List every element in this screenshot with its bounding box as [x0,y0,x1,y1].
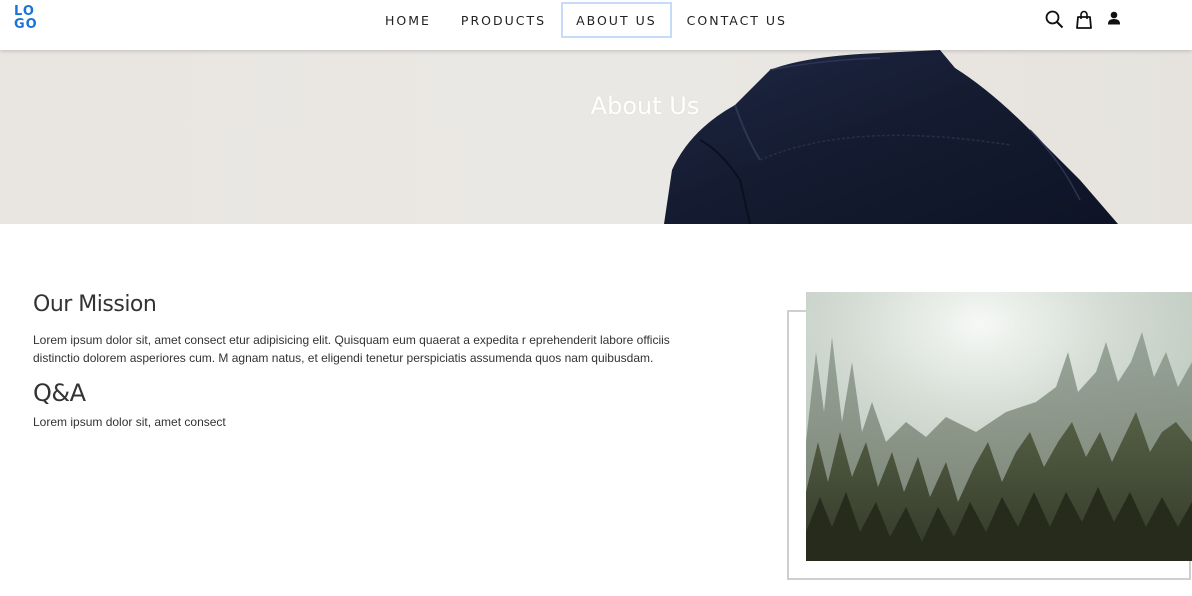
hero-title: About Us [590,92,700,120]
search-icon[interactable] [1044,8,1064,30]
logo-line-2: GO [14,17,38,32]
site-header: LO GO HOME PRODUCTS ABOUT US CONTACT US [0,0,1192,50]
hero-jacket-image [664,50,1118,224]
main-nav: HOME PRODUCTS ABOUT US CONTACT US [370,2,802,38]
shopping-bag-icon[interactable] [1074,8,1094,30]
main-content: Our Mission Lorem ipsum dolor sit, amet … [33,292,713,431]
hero-banner: About Us [0,50,1192,224]
header-icons [1044,8,1124,30]
qa-text: Lorem ipsum dolor sit, amet consect [33,415,226,429]
mission-heading: Our Mission [33,292,157,317]
qa-heading: Q&A [33,379,86,407]
logo[interactable]: LO GO [14,5,44,35]
mission-text: Lorem ipsum dolor sit, amet consect etur… [33,333,670,365]
nav-contact-us[interactable]: CONTACT US [672,2,802,38]
nav-products[interactable]: PRODUCTS [446,2,561,38]
nav-home[interactable]: HOME [370,2,446,38]
forest-image [806,292,1192,561]
nav-about-us[interactable]: ABOUT US [561,2,672,38]
user-icon[interactable] [1104,8,1124,30]
